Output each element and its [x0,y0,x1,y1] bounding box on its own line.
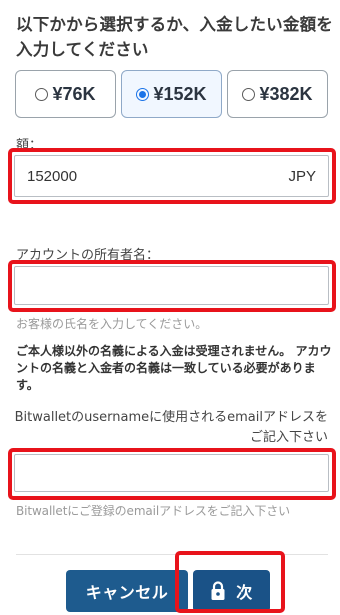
highlight-frame-owner [8,260,336,312]
amount-option-152k[interactable]: ¥152K [121,70,222,118]
amount-option-label: ¥76K [52,83,96,104]
radio-icon[interactable] [242,87,256,101]
email-label: Bitwalletのusernameに使用されるemailアドレスをご記入下さい [14,410,328,445]
name-match-warning: ご本人様以外の名義による入金は受理されません。 アカウントの名義と入金者の名義は… [16,344,332,392]
cancel-button[interactable]: キャンセル [66,570,188,612]
highlight-frame-next [175,551,285,613]
amount-option-76k[interactable]: ¥76K [15,70,116,118]
highlight-frame-amount [8,148,336,204]
amount-options: ¥76K ¥152K ¥382K [15,70,328,118]
radio-icon[interactable] [35,87,49,101]
highlight-frame-email [8,448,336,500]
amount-option-label: ¥382K [259,83,313,104]
page-heading: 以下かから選択するか、入金したい金額を入力してください [16,15,333,59]
radio-checked-icon[interactable] [136,87,150,101]
owner-name-hint: お客様の氏名を入力してください。 [16,317,208,331]
email-hint: Bitwalletにご登録のemailアドレスをご記入下さい [16,504,291,518]
amount-option-label: ¥152K [153,83,207,104]
amount-option-382k[interactable]: ¥382K [227,70,328,118]
